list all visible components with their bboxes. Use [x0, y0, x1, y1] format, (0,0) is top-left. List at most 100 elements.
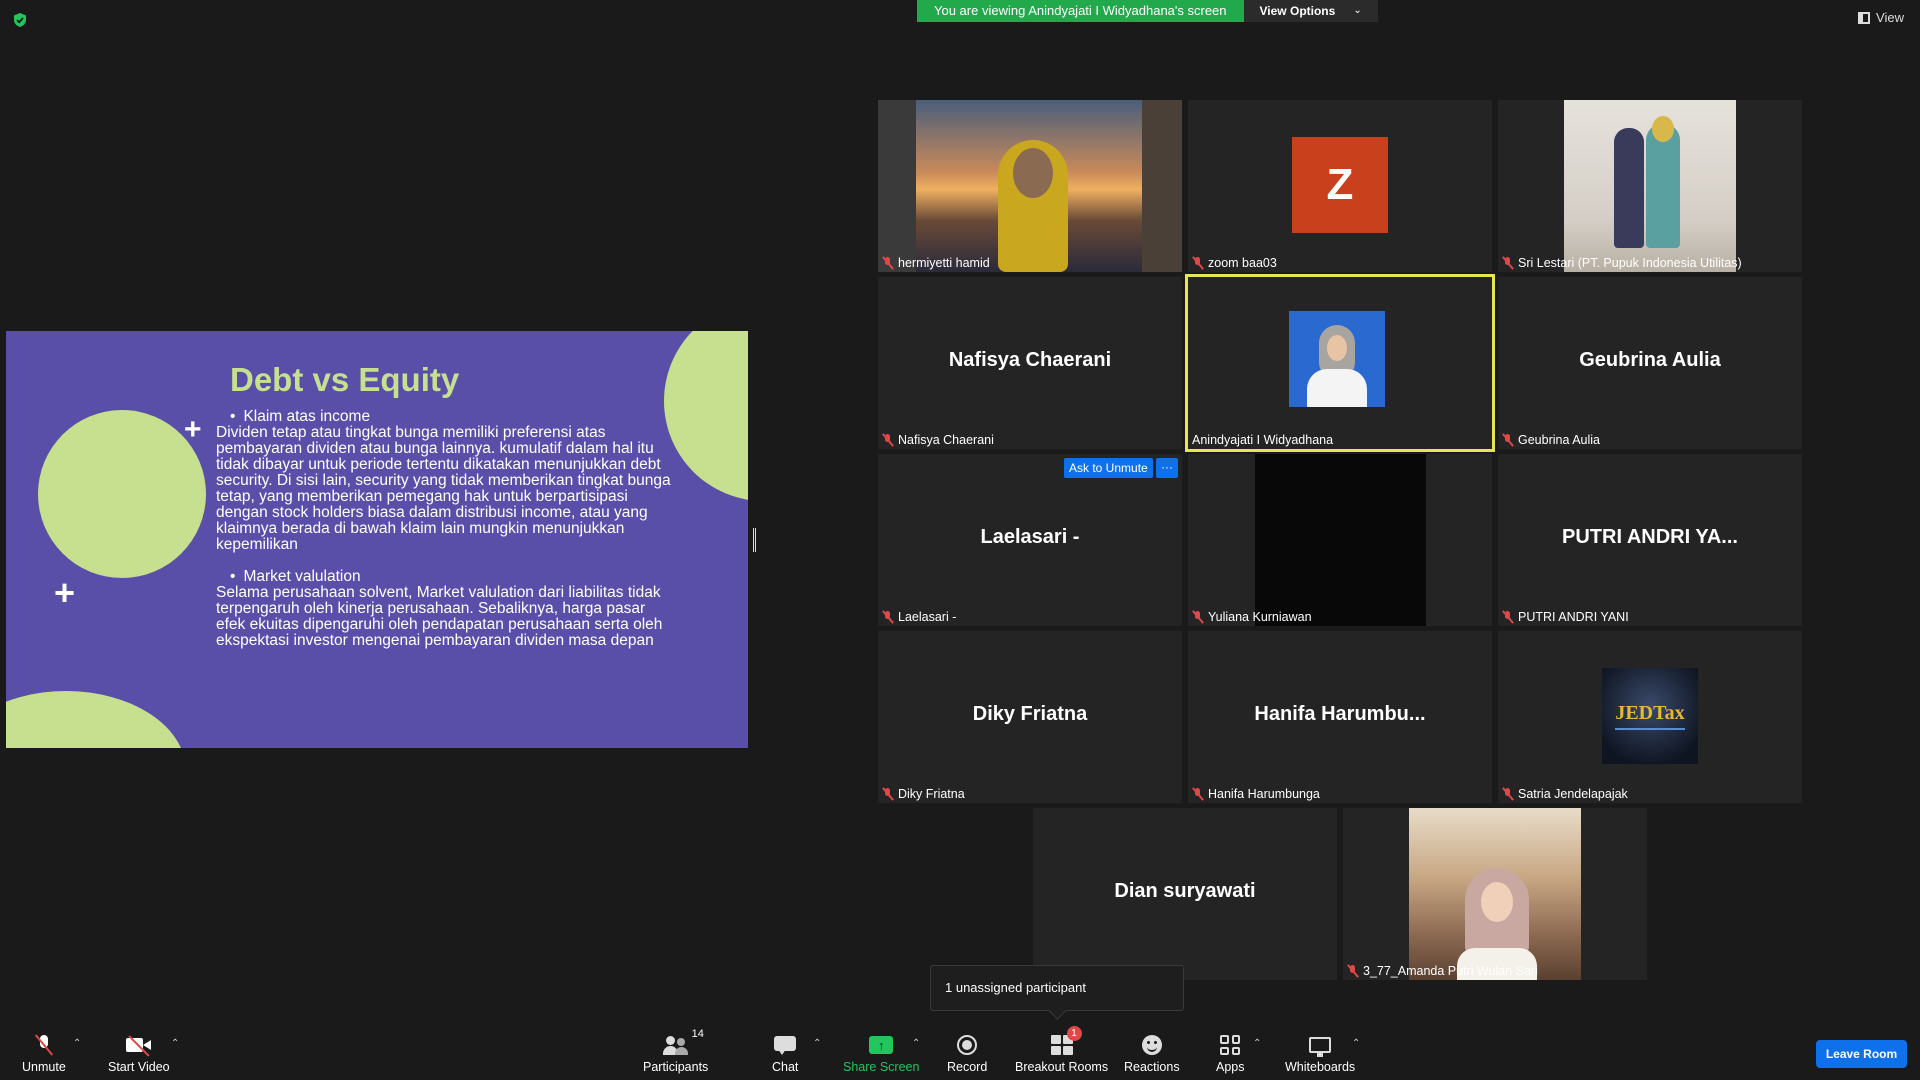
- participant-tile[interactable]: hermiyetti hamid: [878, 100, 1182, 272]
- mic-muted-icon: [1502, 433, 1514, 447]
- participants-icon: [662, 1035, 690, 1055]
- decorative-blob: [664, 331, 748, 501]
- apps-button[interactable]: Apps: [1216, 1032, 1245, 1074]
- audio-options-chevron-icon[interactable]: ⌃: [73, 1038, 81, 1049]
- chat-label: Chat: [772, 1060, 799, 1074]
- whiteboards-label: Whiteboards: [1285, 1060, 1356, 1074]
- logo-text: JEDTax: [1615, 702, 1685, 724]
- participant-tile[interactable]: Diky Friatna Diky Friatna: [878, 631, 1182, 803]
- mic-muted-icon: [1502, 787, 1514, 801]
- participant-name: zoom baa03: [1208, 256, 1277, 270]
- slide-bullet: Klaim atas income: [216, 409, 676, 425]
- participant-name-label: Sri Lestari (PT. Pupuk Indonesia Utilita…: [1502, 256, 1742, 270]
- share-screen-button[interactable]: ↑ Share Screen: [843, 1032, 919, 1074]
- share-screen-label: Share Screen: [843, 1060, 920, 1074]
- chat-options-chevron-icon[interactable]: ⌃: [813, 1038, 821, 1049]
- participants-button[interactable]: 14 Participants: [643, 1028, 709, 1074]
- participant-tile[interactable]: PUTRI ANDRI YA... PUTRI ANDRI YANI: [1498, 454, 1802, 626]
- slide-bullet: Market valulation: [216, 569, 676, 585]
- participant-name-label: Diky Friatna: [882, 787, 965, 801]
- participant-name: 3_77_Amanda Putri Wulan Sari: [1363, 964, 1538, 978]
- participant-name-label: Geubrina Aulia: [1502, 433, 1600, 447]
- notification-badge: 1: [1066, 1026, 1082, 1041]
- active-speaker-tile[interactable]: Anindyajati I Widyadhana: [1185, 274, 1495, 452]
- participant-name: PUTRI ANDRI YANI: [1518, 610, 1629, 624]
- participant-video: [1289, 311, 1385, 407]
- participant-name-label: Yuliana Kurniawan: [1192, 610, 1312, 624]
- participant-logo: JEDTax: [1602, 668, 1698, 764]
- participant-tile[interactable]: Yuliana Kurniawan: [1188, 454, 1492, 626]
- participant-tile[interactable]: Hanifa Harumbu... Hanifa Harumbunga: [1188, 631, 1492, 803]
- start-video-label: Start Video: [108, 1060, 170, 1074]
- participant-name: Yuliana Kurniawan: [1208, 610, 1312, 624]
- participant-name-label: PUTRI ANDRI YANI: [1502, 610, 1629, 624]
- shared-screen-slide: + + Debt vs Equity Klaim atas income Div…: [6, 331, 748, 748]
- participant-name: Anindyajati I Widyadhana: [1192, 433, 1334, 447]
- share-options-chevron-icon[interactable]: ⌃: [912, 1038, 920, 1049]
- participant-tile[interactable]: 3_77_Amanda Putri Wulan Sari: [1343, 808, 1647, 980]
- view-options-button[interactable]: View Options ⌄: [1243, 0, 1378, 22]
- ask-to-unmute-button[interactable]: Ask to Unmute: [1064, 458, 1153, 478]
- start-video-button[interactable]: Start Video: [108, 1032, 170, 1074]
- record-icon: [957, 1035, 978, 1055]
- avatar: Z: [1292, 137, 1388, 233]
- participant-tile[interactable]: Laelasari - Laelasari -: [878, 454, 1182, 626]
- participant-tile[interactable]: Z zoom baa03: [1188, 100, 1492, 272]
- participants-label: Participants: [643, 1060, 709, 1074]
- slide-content: Klaim atas income Dividen tetap atau tin…: [216, 409, 676, 665]
- participant-name: Sri Lestari (PT. Pupuk Indonesia Utilita…: [1518, 256, 1742, 270]
- more-options-button[interactable]: ···: [1156, 458, 1178, 478]
- mic-muted-icon: [1502, 256, 1514, 270]
- share-screen-icon: ↑: [869, 1036, 894, 1054]
- mic-muted-icon: [882, 610, 894, 624]
- camera-off-icon: [125, 1037, 152, 1053]
- mic-muted-icon: [1192, 256, 1204, 270]
- reactions-button[interactable]: Reactions: [1124, 1032, 1180, 1074]
- whiteboard-icon: [1309, 1037, 1332, 1057]
- participant-tile[interactable]: Nafisya Chaerani Nafisya Chaerani: [878, 277, 1182, 449]
- chat-button[interactable]: Chat: [772, 1032, 798, 1074]
- breakout-rooms-button[interactable]: 1 Breakout Rooms: [1015, 1026, 1109, 1074]
- participant-tile[interactable]: Geubrina Aulia Geubrina Aulia: [1498, 277, 1802, 449]
- participant-name-label: Nafisya Chaerani: [882, 433, 994, 447]
- participant-tile[interactable]: JEDTax Satria Jendelapajak: [1498, 631, 1802, 803]
- view-options-label: View Options: [1259, 4, 1336, 18]
- participant-name: Hanifa Harumbunga: [1208, 787, 1320, 801]
- unmute-label: Unmute: [22, 1060, 66, 1074]
- chat-icon: [774, 1036, 797, 1055]
- participant-video: [1564, 100, 1736, 272]
- whiteboard-options-chevron-icon[interactable]: ⌃: [1352, 1038, 1360, 1049]
- smiley-icon: [1141, 1035, 1162, 1055]
- participant-video: [1255, 454, 1426, 626]
- apps-label: Apps: [1216, 1060, 1245, 1074]
- participant-display-name: Hanifa Harumbu...: [1254, 703, 1426, 725]
- participant-display-name: PUTRI ANDRI YA...: [1562, 526, 1738, 548]
- security-shield-icon[interactable]: [12, 12, 28, 28]
- mic-muted-icon: [882, 256, 894, 270]
- breakout-rooms-label: Breakout Rooms: [1015, 1060, 1109, 1074]
- record-label: Record: [947, 1060, 988, 1074]
- view-label: View: [1876, 10, 1904, 25]
- whiteboards-button[interactable]: Whiteboards: [1285, 1032, 1355, 1074]
- participant-name-label: 3_77_Amanda Putri Wulan Sari: [1347, 964, 1538, 978]
- mic-muted-icon: [1192, 787, 1204, 801]
- participant-name: Diky Friatna: [898, 787, 965, 801]
- participant-tile[interactable]: Dian suryawati: [1033, 808, 1337, 980]
- slide-paragraph: Selama perusahaan solvent, Market valula…: [216, 584, 663, 649]
- decorative-circle: [38, 410, 206, 578]
- video-options-chevron-icon[interactable]: ⌃: [171, 1038, 179, 1049]
- participant-tile[interactable]: Sri Lestari (PT. Pupuk Indonesia Utilita…: [1498, 100, 1802, 272]
- split-resize-handle[interactable]: [753, 528, 756, 552]
- participant-name-label: Laelasari -: [882, 610, 956, 624]
- leave-room-button[interactable]: Leave Room: [1816, 1040, 1907, 1068]
- unmute-button[interactable]: Unmute: [22, 1032, 66, 1074]
- view-layout-button[interactable]: View: [1858, 10, 1904, 25]
- mic-muted-icon: [1192, 610, 1204, 624]
- mic-muted-icon: [882, 787, 894, 801]
- participant-display-name: Nafisya Chaerani: [948, 349, 1112, 371]
- decorative-blob: [6, 691, 186, 748]
- participant-name-label: zoom baa03: [1192, 256, 1277, 270]
- chevron-down-icon: ⌄: [1353, 5, 1362, 16]
- apps-options-chevron-icon[interactable]: ⌃: [1253, 1038, 1261, 1049]
- record-button[interactable]: Record: [947, 1032, 987, 1074]
